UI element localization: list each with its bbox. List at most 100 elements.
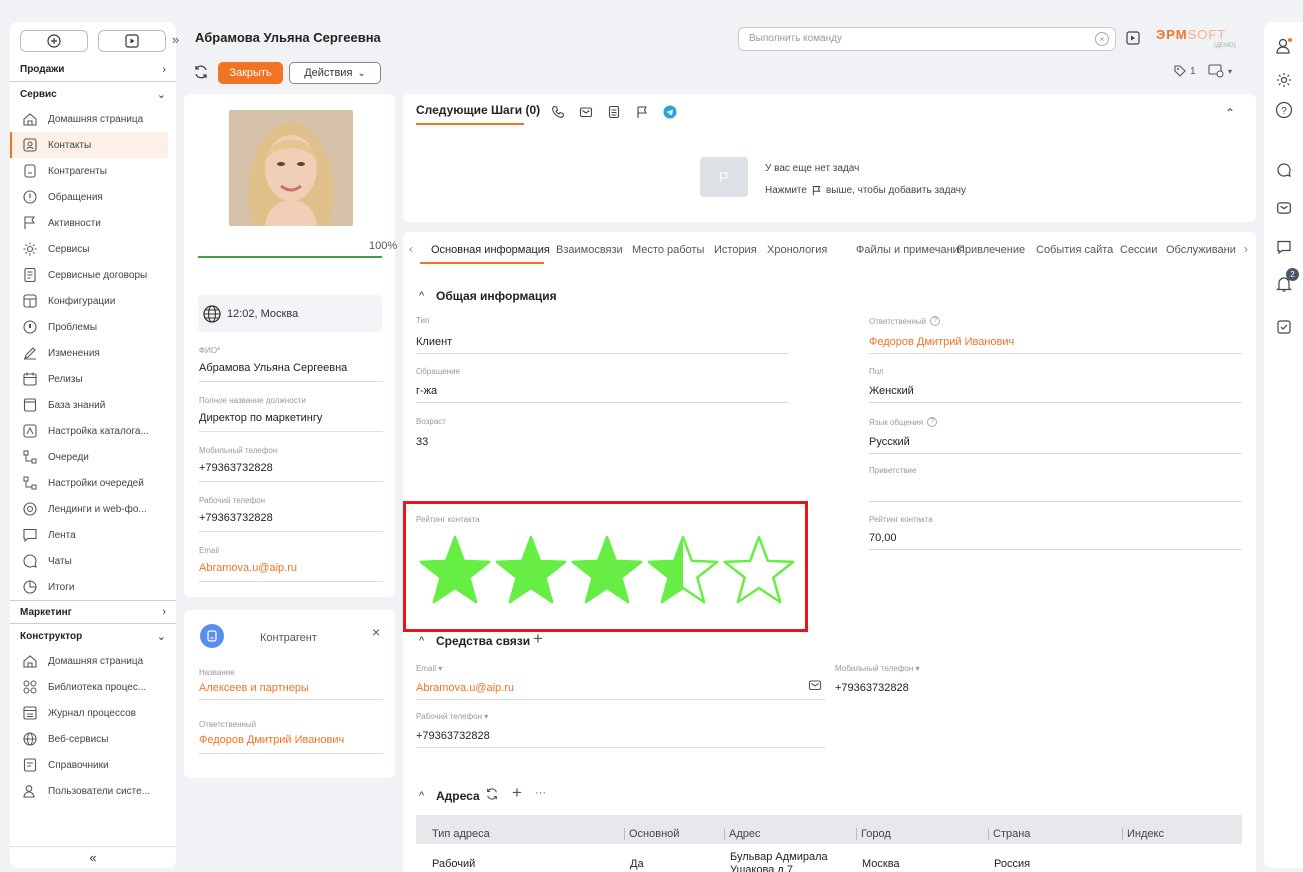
star-1[interactable] [419,535,491,604]
video-icon[interactable] [1126,31,1140,45]
telegram-icon[interactable] [663,105,677,119]
sidebar-item-process-log[interactable]: Журнал процессов [10,700,176,726]
add-address-icon[interactable]: + [512,783,522,803]
sidebar-item-catalog[interactable]: Настройка каталога... [10,418,176,444]
sidebar-item-gear[interactable]: Сервисы [10,236,176,262]
gear-icon[interactable] [1274,70,1294,90]
comm-email-label[interactable]: Email ▾ [416,664,442,673]
tab-8[interactable]: Сессии [1120,244,1157,256]
comm-email-link[interactable]: Abramova.u@aip.ru [416,682,825,700]
sidebar-item-queue-settings[interactable]: Настройки очередей [10,470,176,496]
tab-1[interactable]: Взаимосвязи [556,244,623,256]
tab-0[interactable]: Основная информация [431,244,550,256]
sidebar-item-flag[interactable]: Активности [10,210,176,236]
account-name-link[interactable]: Алексеев и партнеры [199,682,383,700]
add-button[interactable] [20,30,88,52]
sidebar-item-home[interactable]: Домашняя страница [10,106,176,132]
collapse-sidebar-button[interactable]: « [10,846,176,868]
star-2[interactable] [495,535,567,604]
collapse-comms-icon[interactable]: ^ [419,635,424,647]
feed-icon[interactable] [1274,237,1294,257]
comm-mobile-label[interactable]: Мобильный телефон ▾ [835,664,920,673]
column-header[interactable]: Страна [988,828,1030,840]
star-4[interactable] [647,535,719,604]
account-owner-link[interactable]: Федоров Дмитрий Иванович [199,734,383,754]
sidebar-item-problem[interactable]: Проблемы [10,314,176,340]
age-field[interactable]: 33 [416,436,428,448]
sidebar-item-globe[interactable]: Веб-сервисы [10,726,176,752]
column-header[interactable]: Город [856,828,891,840]
help-icon[interactable]: ? [927,417,938,427]
sidebar-item-contact-card[interactable]: Контакты [10,132,168,158]
refresh-icon[interactable] [193,64,209,80]
clear-icon[interactable]: × [1095,32,1109,46]
refresh-addresses-icon[interactable] [485,787,499,801]
run-process-button[interactable] [98,30,166,52]
email-icon[interactable] [1274,198,1294,218]
tab-5[interactable]: Файлы и примечания [856,244,965,256]
tab-4[interactable]: Хронология [767,244,827,256]
sidebar-item-home[interactable]: Домашняя страница [10,648,176,674]
column-header[interactable]: Основной [624,828,679,840]
comm-mobile-field[interactable]: +79363732828 [835,682,909,694]
sidebar-item-lookup[interactable]: Справочники [10,752,176,778]
chat-icon[interactable] [1274,160,1294,180]
bell-icon[interactable]: 2 [1274,268,1299,294]
language-field[interactable]: Русский [869,436,1242,454]
contact-photo[interactable] [229,110,353,226]
column-header[interactable]: Тип адреса [432,828,490,840]
sidebar-item-feed[interactable]: Лента [10,522,176,548]
tasks-icon[interactable] [1274,317,1294,337]
sidebar-item-users[interactable]: Пользователи систе... [10,778,176,804]
sidebar-item-document[interactable]: Сервисные договоры [10,262,176,288]
sidebar-item-book[interactable]: База знаний [10,392,176,418]
column-header[interactable]: Индекс [1122,828,1164,840]
sidebar-item-process-library[interactable]: Библиотека процес... [10,674,176,700]
address-cell[interactable]: Да [630,858,644,870]
address-cell[interactable]: Бульвар Адмирала Ушакова д.7 [730,851,838,872]
profile-field-value[interactable]: +79363732828 [199,462,383,482]
note-icon[interactable] [607,105,621,119]
tab-2[interactable]: Место работы [632,244,704,256]
print-settings-button[interactable]: ▾ [1208,64,1232,78]
star-rating[interactable] [418,535,798,607]
next-steps-title[interactable]: Следующие Шаги (0) [416,103,540,117]
tab-3[interactable]: История [714,244,757,256]
more-icon[interactable]: ··· [535,787,546,799]
section-marketing[interactable]: Маркетинг › [10,600,176,624]
tab-6[interactable]: Привлечение [957,244,1025,256]
address-cell[interactable]: Москва [862,858,900,870]
rating-field[interactable]: 70,00 [869,532,1242,550]
command-input[interactable]: Выполнить команду × [738,27,1116,51]
help-icon[interactable]: ? [930,316,941,326]
section-constructor[interactable]: Конструктор ⌄ [10,624,176,648]
tags-button[interactable]: 1 [1173,64,1196,78]
close-icon[interactable]: × [372,624,380,640]
sidebar-item-chat[interactable]: Чаты [10,548,176,574]
profile-field-value[interactable]: Abramova.u@aip.ru [199,562,383,582]
sidebar-item-chart[interactable]: Итоги [10,574,176,600]
collapse-addresses-icon[interactable]: ^ [419,790,424,802]
type-field[interactable]: Клиент [416,336,789,354]
sidebar-item-pencil[interactable]: Изменения [10,340,176,366]
help-circle-icon[interactable]: ? [1274,100,1294,120]
profile-field-value[interactable]: Директор по маркетингу [199,412,383,432]
profile-field-value[interactable]: +79363732828 [199,512,383,532]
tab-7[interactable]: События сайта [1036,244,1113,256]
tab-9[interactable]: Обслуживани [1166,244,1236,256]
sidebar-item-building[interactable]: Контрагенты [10,158,176,184]
address-cell[interactable]: Россия [994,858,1030,870]
section-service[interactable]: Сервис ⌄ [10,82,176,106]
expand-icon[interactable]: » [172,32,179,47]
user-profile-icon[interactable] [1274,36,1294,56]
actions-dropdown[interactable]: Действия ⌄ [289,62,381,84]
send-email-icon[interactable] [808,678,822,692]
star-5[interactable] [723,535,795,604]
sidebar-item-landing[interactable]: Лендинги и web-фо... [10,496,176,522]
comm-work-label[interactable]: Рабочий телефон ▾ [416,712,488,721]
address-cell[interactable]: Рабочий [432,858,475,870]
phone-icon[interactable] [551,105,565,119]
collapse-general-icon[interactable]: ^ [419,290,424,302]
sidebar-item-structure[interactable]: Конфигурации [10,288,176,314]
tabs-scroll-left-icon[interactable]: ‹ [409,242,413,256]
